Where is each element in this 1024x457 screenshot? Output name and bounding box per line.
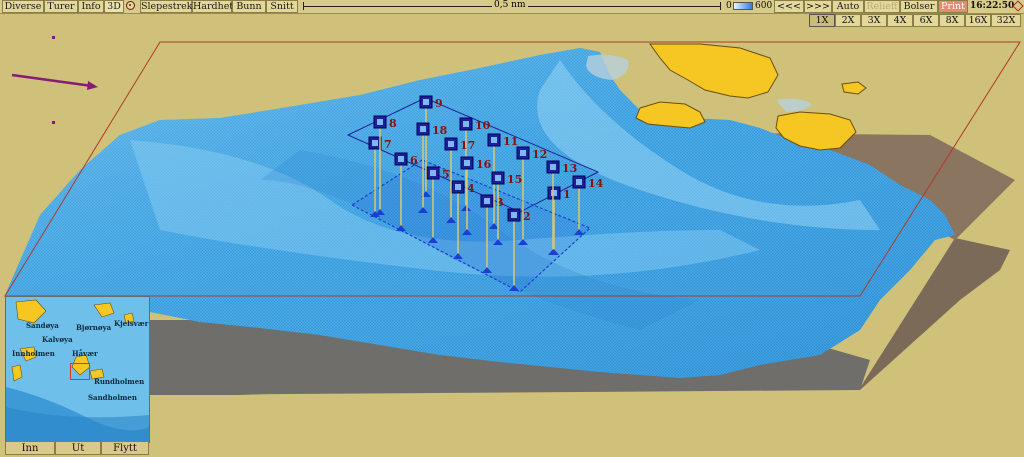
edge-marker bbox=[52, 36, 55, 39]
shoal-area bbox=[776, 98, 812, 112]
clock: 16:22:50 bbox=[970, 1, 1015, 11]
minimap-zoom-out-button[interactable]: Ut bbox=[55, 441, 101, 455]
station-marker-center bbox=[423, 99, 429, 105]
station-marker-center bbox=[377, 119, 383, 125]
station-label: 2 bbox=[523, 210, 531, 223]
island bbox=[649, 43, 779, 99]
print-button[interactable]: Print bbox=[938, 0, 968, 13]
minimap-label: Sandøya bbox=[26, 321, 59, 330]
station-marker-center bbox=[455, 184, 461, 190]
station-label: 7 bbox=[384, 138, 392, 151]
edge-marker bbox=[52, 121, 55, 124]
scale-tick-right bbox=[720, 2, 721, 10]
station-marker-center bbox=[398, 156, 404, 162]
minimap-zoom-in-button[interactable]: Inn bbox=[5, 441, 55, 455]
station-marker-center bbox=[495, 175, 501, 181]
station-label: 5 bbox=[442, 168, 450, 181]
station-marker-center bbox=[550, 164, 556, 170]
station-marker-center bbox=[448, 141, 454, 147]
minimap-label: Bjørnøya bbox=[76, 323, 112, 332]
station-label: 3 bbox=[496, 196, 504, 209]
station-label: 14 bbox=[588, 177, 604, 190]
depth-max-label: 600 bbox=[755, 1, 773, 11]
station-label: 15 bbox=[507, 173, 522, 186]
menu-turer[interactable]: Turer bbox=[44, 0, 78, 13]
relieff-button[interactable]: Relieff bbox=[864, 0, 900, 13]
station-label: 13 bbox=[562, 162, 577, 175]
depth-color-scale bbox=[733, 2, 753, 10]
nav-back-button[interactable]: <<< bbox=[774, 0, 804, 13]
menu-3d[interactable]: 3D bbox=[104, 0, 124, 13]
slepestrek-button[interactable]: Slepestrek bbox=[140, 0, 193, 13]
north-arrow-head bbox=[87, 81, 98, 90]
station-label: 9 bbox=[435, 97, 443, 110]
station-label: 10 bbox=[475, 119, 491, 132]
station-marker-center bbox=[372, 140, 378, 146]
station-label: 8 bbox=[389, 117, 397, 130]
station-marker-center bbox=[491, 137, 497, 143]
overview-minimap[interactable]: Sandøya Bjørnøya Kjelsvær Innholmen Håvæ… bbox=[5, 296, 150, 443]
station-label: 11 bbox=[503, 135, 518, 148]
station-marker-center bbox=[520, 150, 526, 156]
minimap-label: Rundholmen bbox=[94, 377, 145, 386]
station-label: 17 bbox=[460, 139, 475, 152]
auto-button[interactable]: Auto bbox=[832, 0, 864, 13]
minimap-label: Håvær bbox=[72, 349, 98, 358]
station-marker-center bbox=[511, 212, 517, 218]
station-marker-center bbox=[576, 179, 582, 185]
menu-diverse[interactable]: Diverse bbox=[2, 0, 44, 13]
station-marker-center bbox=[463, 121, 469, 127]
station-marker-center bbox=[430, 170, 436, 176]
minimap-label: Innholmen bbox=[12, 349, 55, 358]
scale-tick-left bbox=[303, 2, 304, 10]
station-label: 18 bbox=[432, 124, 448, 137]
island bbox=[841, 81, 867, 95]
north-arrow-line bbox=[11, 73, 93, 88]
top-toolbar: Diverse Turer Info 3D Slepestrek Hardhet… bbox=[0, 0, 1024, 14]
bolser-button[interactable]: Bolser bbox=[900, 0, 938, 13]
minimap-label: Sandholmen bbox=[88, 393, 137, 402]
app-window: Diverse Turer Info 3D Slepestrek Hardhet… bbox=[0, 0, 1024, 457]
target-icon[interactable] bbox=[126, 1, 135, 10]
minimap-label: Kalvøya bbox=[42, 335, 73, 344]
nav-forward-button[interactable]: >>> bbox=[804, 0, 832, 13]
station-marker-center bbox=[551, 190, 557, 196]
terrain-3d-view[interactable]: 123456789101112131415161718 bbox=[0, 26, 1024, 457]
station-label: 4 bbox=[467, 182, 475, 195]
station-marker-center bbox=[484, 198, 490, 204]
minimap-move-button[interactable]: Flytt bbox=[101, 441, 149, 455]
bunn-button[interactable]: Bunn bbox=[232, 0, 266, 13]
station-label: 12 bbox=[532, 148, 547, 161]
station-marker-center bbox=[464, 160, 470, 166]
minimap-label: Kjelsvær bbox=[114, 319, 149, 328]
station-label: 1 bbox=[563, 188, 571, 201]
station-marker-center bbox=[420, 126, 426, 132]
hardhet-button[interactable]: Hardhet bbox=[192, 0, 233, 13]
scale-label: 0,5 nm bbox=[492, 0, 528, 10]
station-label: 16 bbox=[476, 158, 492, 171]
depth-min-label: 0 bbox=[726, 1, 732, 11]
station-label: 6 bbox=[410, 154, 418, 167]
snitt-button[interactable]: Snitt bbox=[266, 0, 298, 13]
menu-info[interactable]: Info bbox=[78, 0, 104, 13]
minimap-view-frame[interactable] bbox=[70, 363, 90, 380]
